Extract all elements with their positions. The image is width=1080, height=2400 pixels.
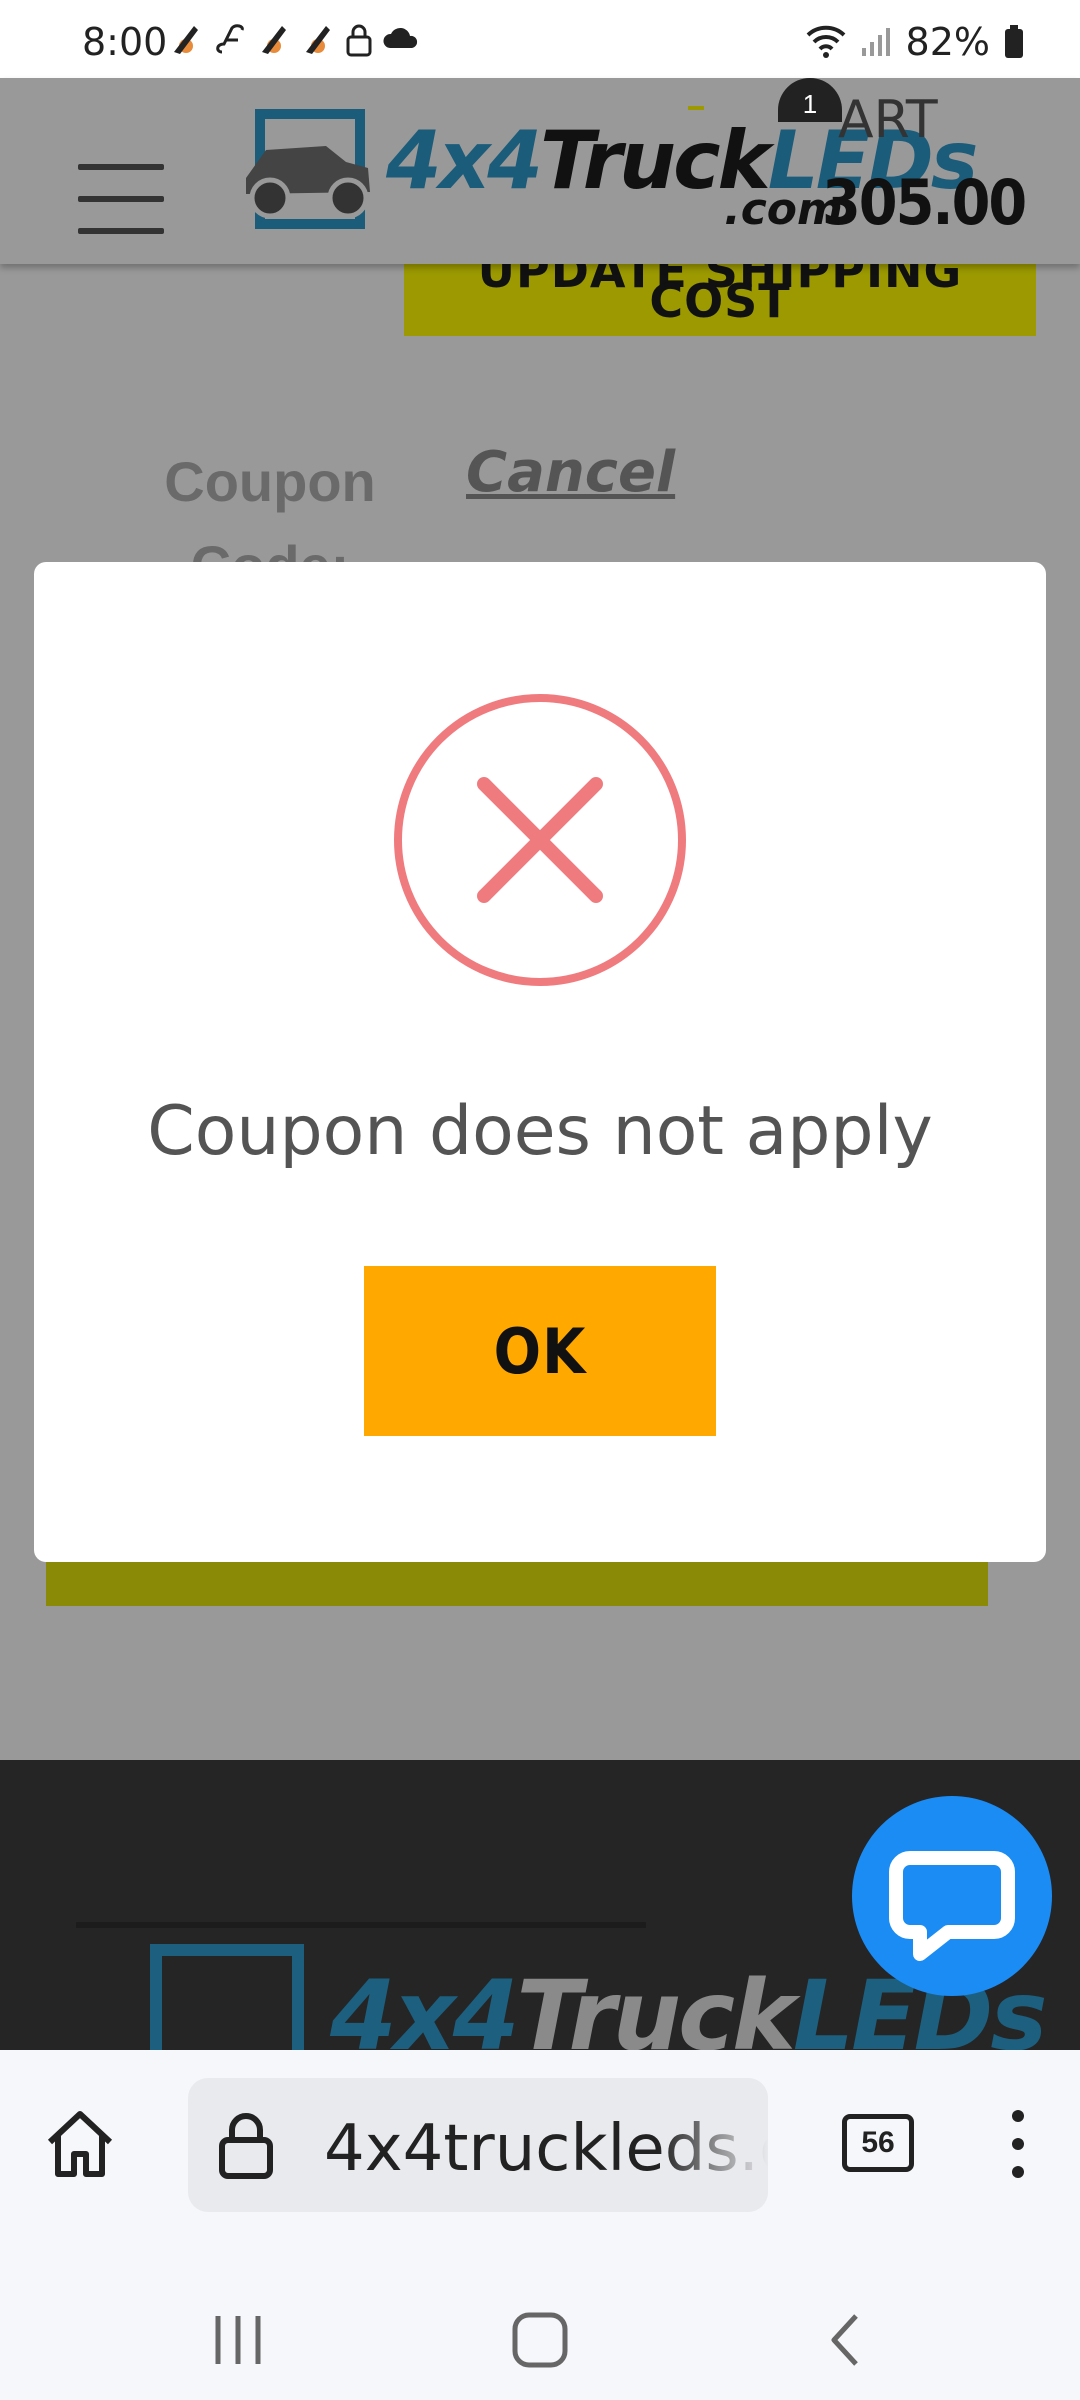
app-icon (262, 26, 286, 54)
home-nav-icon[interactable] (510, 2310, 570, 2370)
truck-logo-icon (246, 109, 370, 229)
app-icon (306, 26, 330, 54)
error-x-icon (394, 694, 686, 986)
footer-divider (76, 1922, 646, 1928)
more-options-icon[interactable] (1012, 2110, 1028, 2180)
live-chat-button[interactable] (852, 1796, 1052, 1996)
system-nav-bar (0, 2290, 1080, 2400)
wifi-icon (806, 25, 845, 58)
update-shipping-button[interactable]: UPDATE SHIPPING COST (404, 256, 1036, 336)
address-bar[interactable]: 4x4truckleds.co (188, 2078, 768, 2212)
url-fade (658, 2078, 768, 2212)
cart-count-badge[interactable]: 1 (778, 78, 842, 122)
home-icon[interactable] (42, 2106, 118, 2182)
status-bar: 8:00 82% (0, 0, 1080, 78)
status-time: 8:00 (82, 20, 168, 64)
battery-percent: 82% (905, 20, 990, 64)
browser-toolbar: 4x4truckleds.co 56 (0, 2050, 1080, 2290)
lock-icon (346, 24, 372, 57)
site-logo[interactable]: 4x4TruckLEDs .com (236, 106, 978, 236)
app-icon (216, 24, 244, 54)
cart-label[interactable]: ART (838, 90, 938, 150)
signal-icon (861, 28, 890, 56)
cloud-icon (383, 27, 418, 48)
dialog-message: Coupon does not apply (147, 1092, 933, 1171)
lock-icon (219, 2113, 273, 2179)
tab-count-icon[interactable]: 56 (842, 2114, 914, 2172)
menu-hamburger-icon[interactable] (78, 164, 164, 234)
notification-icons (168, 22, 420, 58)
site-header: 4x4TruckLEDs .com 1 ART 305.00 (0, 78, 1080, 264)
cancel-coupon-link[interactable]: Cancel (466, 440, 675, 505)
back-icon[interactable] (816, 2310, 876, 2370)
status-right: 82% (806, 20, 1024, 64)
header-accent (688, 106, 704, 110)
footer-logo-icon (150, 1944, 304, 2050)
battery-icon (1005, 25, 1023, 58)
chat-bubble-icon (889, 1851, 1015, 1961)
cart-total[interactable]: 305.00 (822, 166, 1027, 239)
app-icon (174, 26, 198, 54)
ok-button[interactable]: OK (364, 1266, 716, 1436)
coupon-error-dialog: Coupon does not apply OK (34, 562, 1046, 1562)
recent-apps-icon[interactable] (208, 2310, 268, 2370)
